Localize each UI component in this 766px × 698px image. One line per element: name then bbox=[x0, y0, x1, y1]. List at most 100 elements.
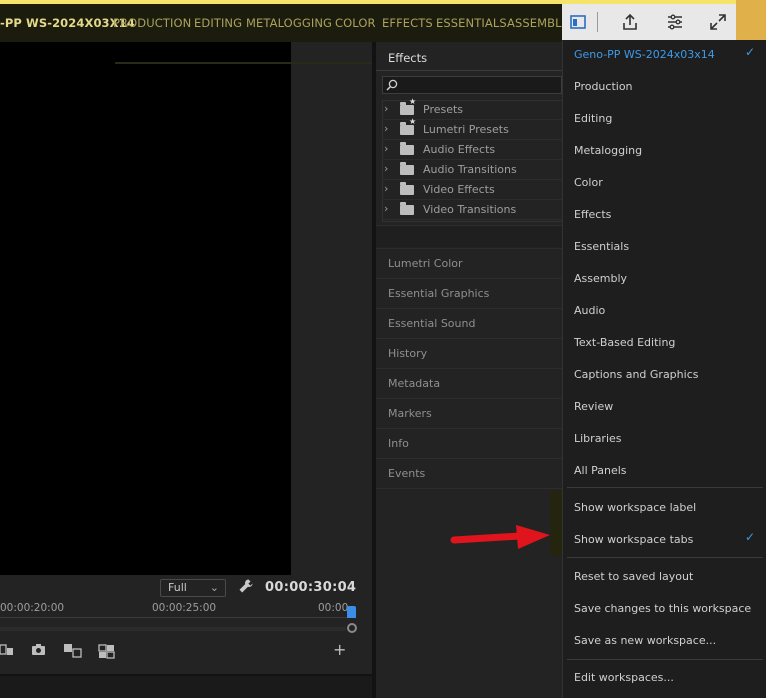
menu-item-essentials[interactable]: Essentials bbox=[574, 240, 629, 253]
wrench-settings-icon[interactable] bbox=[238, 578, 254, 594]
menu-item-review[interactable]: Review bbox=[574, 400, 613, 413]
menu-item-libraries[interactable]: Libraries bbox=[574, 432, 622, 445]
effects-panel: Effects › ★ Presets › ★ Lumetri Presets … bbox=[376, 42, 562, 698]
red-arrow-icon bbox=[450, 525, 550, 549]
effects-tree: › ★ Presets › ★ Lumetri Presets › Audio … bbox=[382, 97, 562, 220]
panel-tab-metadata[interactable]: Metadata bbox=[376, 368, 562, 398]
folder-icon bbox=[400, 102, 414, 115]
tree-item-label: Video Effects bbox=[423, 183, 495, 196]
menu-separator bbox=[567, 659, 763, 660]
add-button-icon[interactable]: + bbox=[333, 640, 346, 659]
bottom-panel-strip bbox=[0, 674, 372, 698]
chevron-right-icon[interactable]: › bbox=[384, 182, 388, 195]
menu-item-audio[interactable]: Audio bbox=[574, 304, 605, 317]
folder-icon bbox=[400, 122, 414, 135]
menu-item-color[interactable]: Color bbox=[574, 176, 603, 189]
tree-item-video-transitions[interactable]: › Video Transitions bbox=[382, 200, 562, 220]
menu-item-production[interactable]: Production bbox=[574, 80, 633, 93]
workspace-tab-essentials[interactable]: ESSENTIALS bbox=[436, 16, 507, 30]
search-icon bbox=[386, 79, 398, 91]
menu-item-text-based-editing[interactable]: Text-Based Editing bbox=[574, 336, 675, 349]
header-icon-bar bbox=[562, 4, 736, 40]
header-edge-accent bbox=[736, 0, 766, 40]
folder-icon bbox=[400, 182, 414, 195]
folder-icon bbox=[400, 142, 414, 155]
playhead-handle[interactable] bbox=[347, 606, 356, 618]
menu-item-reset-layout[interactable]: Reset to saved layout bbox=[574, 570, 693, 583]
compare-view-icon[interactable] bbox=[63, 643, 83, 659]
collapsed-panel-list: Lumetri Color Essential Graphics Essenti… bbox=[376, 248, 562, 489]
time-ruler[interactable] bbox=[0, 617, 356, 623]
workspace-tabs-bar: -PP WS-2024X03X14 PRODUCTION EDITING MET… bbox=[0, 4, 562, 42]
effects-search-input[interactable] bbox=[382, 76, 562, 94]
panel-tab-essential-sound[interactable]: Essential Sound bbox=[376, 308, 562, 338]
workspace-tab-metalogging[interactable]: METALOGGING bbox=[246, 16, 332, 30]
workspaces-menu: Geno-PP WS-2024x03x14 ✓ Production Editi… bbox=[562, 40, 766, 698]
panel-tab-lumetri-color[interactable]: Lumetri Color bbox=[376, 248, 562, 278]
tree-item-label: Audio Effects bbox=[423, 143, 496, 156]
menu-separator bbox=[567, 487, 763, 488]
chevron-down-icon: ⌄ bbox=[209, 581, 219, 594]
effects-panel-title[interactable]: Effects bbox=[388, 51, 427, 65]
multi-camera-icon[interactable] bbox=[98, 643, 118, 659]
insert-icon[interactable] bbox=[0, 643, 14, 657]
tree-item-lumetri-presets[interactable]: › ★ Lumetri Presets bbox=[382, 117, 562, 140]
tree-item-audio-effects[interactable]: › Audio Effects bbox=[382, 140, 562, 160]
tree-item-audio-transitions[interactable]: › Audio Transitions bbox=[382, 160, 562, 180]
menu-separator bbox=[567, 557, 763, 558]
chevron-right-icon[interactable]: › bbox=[384, 122, 388, 135]
panel-tab-events[interactable]: Events bbox=[376, 458, 562, 488]
tree-item-label: Audio Transitions bbox=[423, 163, 517, 176]
workspace-tab-color[interactable]: COLOR bbox=[335, 16, 376, 30]
video-preview bbox=[0, 42, 291, 575]
chevron-right-icon[interactable]: › bbox=[384, 142, 388, 155]
panel-tab-essential-graphics[interactable]: Essential Graphics bbox=[376, 278, 562, 308]
star-icon: ★ bbox=[409, 97, 417, 106]
workspaces-panel-icon[interactable] bbox=[568, 12, 588, 32]
share-export-icon[interactable] bbox=[620, 12, 640, 32]
playhead-timecode[interactable]: 00:00:30:04 bbox=[265, 580, 356, 595]
menu-item-save-changes[interactable]: Save changes to this workspace bbox=[574, 602, 751, 615]
tree-item-video-effects[interactable]: › Video Effects bbox=[382, 180, 562, 200]
menu-item-save-as-new[interactable]: Save as new workspace... bbox=[574, 634, 716, 647]
panel-gap bbox=[376, 225, 562, 247]
workspace-tab-assembly[interactable]: ASSEMBL bbox=[507, 16, 562, 30]
menu-item-current-workspace[interactable]: Geno-PP WS-2024x03x14 bbox=[574, 48, 715, 61]
checkmark-icon: ✓ bbox=[745, 530, 756, 544]
menu-item-show-workspace-tabs[interactable]: Show workspace tabs bbox=[574, 533, 693, 546]
panel-tab-info[interactable]: Info bbox=[376, 428, 562, 458]
tree-item-label: Lumetri Presets bbox=[423, 123, 509, 136]
workspace-tab-effects[interactable]: EFFECTS bbox=[382, 16, 433, 30]
menu-item-effects[interactable]: Effects bbox=[574, 208, 611, 221]
menu-item-all-panels[interactable]: All Panels bbox=[574, 464, 627, 477]
workspace-tab-editing[interactable]: EDITING bbox=[194, 16, 242, 30]
folder-icon bbox=[400, 162, 414, 175]
zoom-level-select[interactable]: Full ⌄ bbox=[160, 579, 226, 597]
fullscreen-icon[interactable] bbox=[708, 12, 728, 32]
workspace-tab-production[interactable]: PRODUCTION bbox=[113, 16, 191, 30]
folder-icon bbox=[400, 202, 414, 215]
quick-export-icon[interactable] bbox=[665, 12, 685, 32]
panel-tab-history[interactable]: History bbox=[376, 338, 562, 368]
menu-item-editing[interactable]: Editing bbox=[574, 112, 612, 125]
ruler-label: 00:00:25:00 bbox=[152, 602, 217, 614]
header-divider bbox=[597, 12, 598, 32]
menu-item-assembly[interactable]: Assembly bbox=[574, 272, 627, 285]
panel-tab-markers[interactable]: Markers bbox=[376, 398, 562, 428]
camera-export-frame-icon[interactable] bbox=[31, 643, 46, 657]
menu-item-edit-workspaces[interactable]: Edit workspaces... bbox=[574, 671, 674, 684]
zoom-level-value: Full bbox=[168, 581, 187, 594]
star-icon: ★ bbox=[409, 117, 417, 126]
chevron-right-icon[interactable]: › bbox=[384, 102, 388, 115]
out-point-marker[interactable] bbox=[347, 623, 357, 633]
menu-item-captions-and-graphics[interactable]: Captions and Graphics bbox=[574, 368, 698, 381]
ruler-label: 00:00 bbox=[318, 602, 349, 614]
chevron-right-icon[interactable]: › bbox=[384, 162, 388, 175]
menu-item-show-workspace-label[interactable]: Show workspace label bbox=[574, 501, 696, 514]
ruler-label: 00:00:20:00 bbox=[0, 602, 65, 614]
chevron-right-icon[interactable]: › bbox=[384, 202, 388, 215]
title-divider bbox=[376, 70, 562, 71]
menu-item-metalogging[interactable]: Metalogging bbox=[574, 144, 642, 157]
scrub-track[interactable] bbox=[0, 627, 346, 631]
tree-item-label: Presets bbox=[423, 103, 464, 116]
